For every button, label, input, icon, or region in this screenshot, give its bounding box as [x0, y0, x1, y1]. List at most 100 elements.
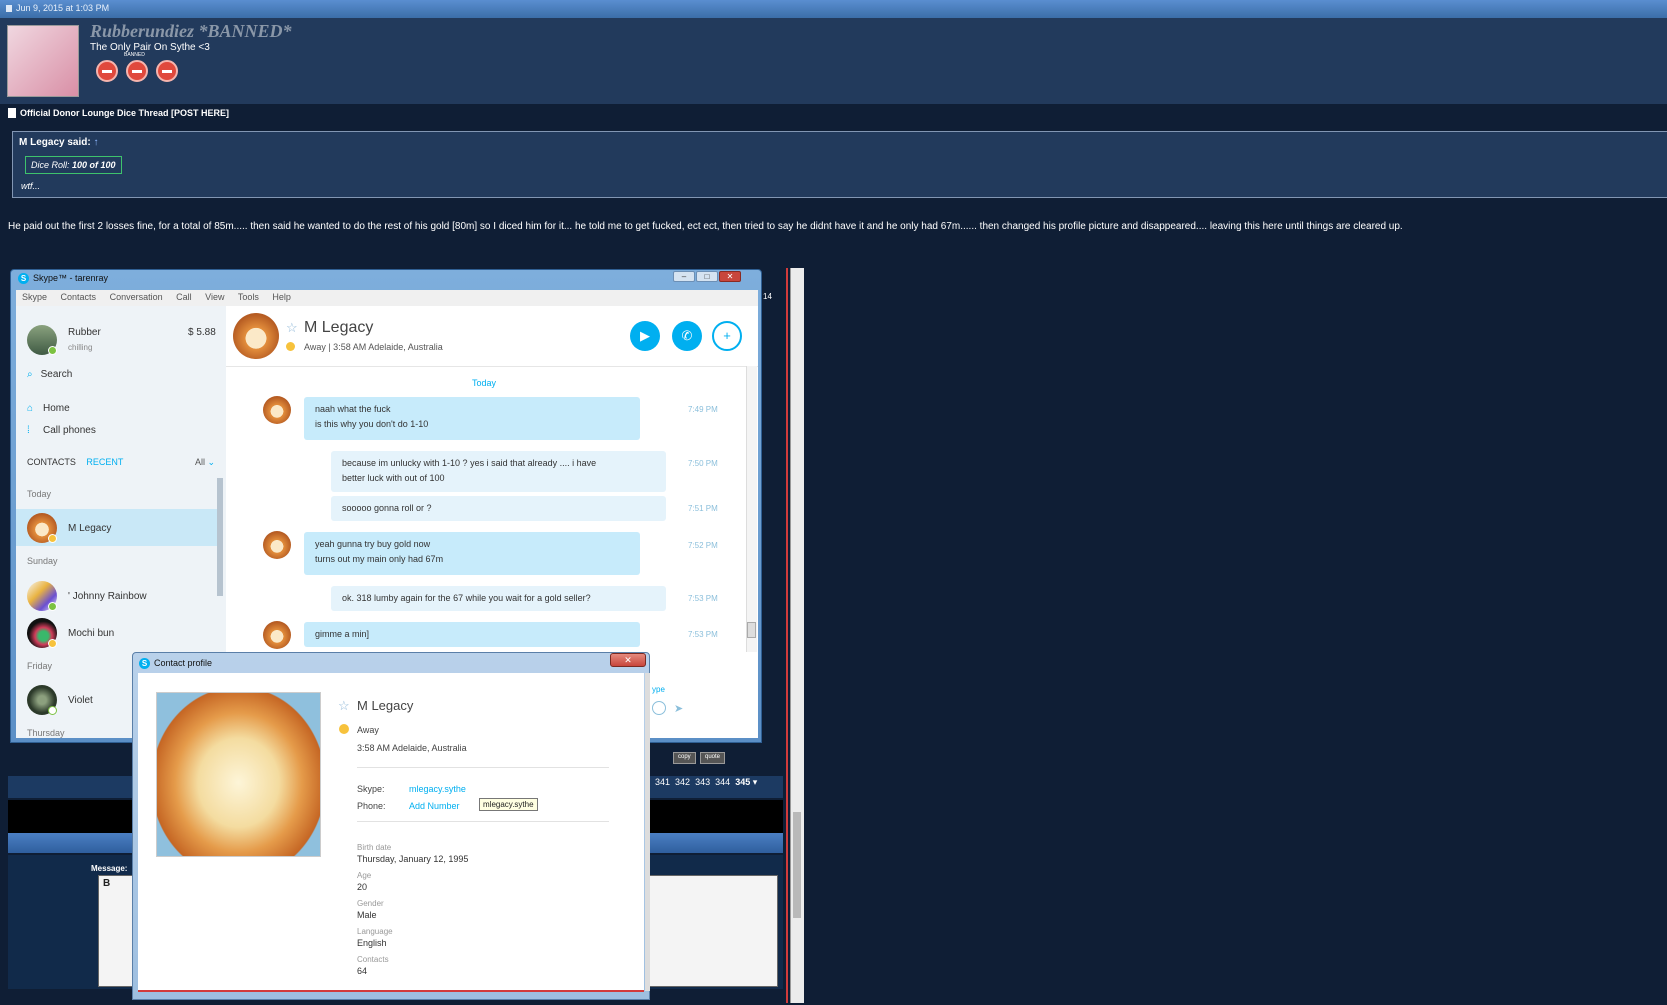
emoticon-icon[interactable]: [652, 701, 666, 715]
maximize-button[interactable]: □: [696, 271, 718, 282]
contact-name: M Legacy: [68, 523, 112, 534]
page-link[interactable]: 343: [695, 777, 710, 787]
menu-tools[interactable]: Tools: [238, 292, 259, 302]
my-mood[interactable]: chilling: [68, 343, 92, 352]
skype-title: S Skype™ - tarenray: [18, 273, 108, 284]
avatar[interactable]: [7, 25, 79, 97]
banned-icon: [156, 60, 178, 82]
close-button[interactable]: ✕: [610, 653, 646, 667]
message-time: 7:49 PM: [688, 405, 718, 414]
minimize-button[interactable]: –: [673, 271, 695, 282]
copy-button[interactable]: copy: [673, 752, 696, 764]
chat-contact-name[interactable]: M Legacy: [304, 319, 373, 337]
contacts-label: Contacts: [357, 955, 389, 964]
red-divider: [786, 268, 788, 1003]
search-box[interactable]: ⌕ Search: [27, 369, 72, 380]
online-status-icon: [48, 346, 57, 355]
add-people-button[interactable]: +: [712, 321, 742, 351]
skype-credit[interactable]: $ 5.88: [188, 327, 216, 338]
menu-call[interactable]: Call: [176, 292, 192, 302]
home-icon: ⌂: [27, 403, 34, 414]
divider: [357, 821, 609, 822]
message-bubble[interactable]: sooooo gonna roll or ?: [331, 496, 666, 521]
chevron-down-icon[interactable]: ▾: [753, 777, 758, 787]
away-clock-icon: [286, 342, 295, 351]
menu-skype[interactable]: Skype: [22, 292, 47, 302]
message-time: 7:53 PM: [688, 630, 718, 639]
post-body: He paid out the first 2 losses fine, for…: [8, 221, 1403, 232]
message-bubble[interactable]: yeah gunna try buy gold now turns out my …: [304, 532, 640, 575]
voice-call-button[interactable]: ✆: [672, 321, 702, 351]
filter-dropdown[interactable]: All ⌄: [195, 457, 215, 468]
quote-author[interactable]: M Legacy said: ↑: [19, 137, 98, 148]
username[interactable]: Rubberundiez *BANNED*: [90, 21, 292, 42]
message-avatar: [263, 621, 291, 649]
quote-button[interactable]: quote: [700, 752, 726, 764]
skype-logo-icon: S: [139, 658, 150, 669]
current-page: 345: [735, 777, 751, 787]
message-bubble[interactable]: naah what the fuck is this why you don't …: [304, 397, 640, 440]
banned-icon: [96, 60, 118, 82]
contacts-value: 64: [357, 966, 368, 976]
menu-help[interactable]: Help: [272, 292, 291, 302]
message-avatar: [263, 396, 291, 424]
group-today: Today: [27, 489, 52, 499]
message-bubble[interactable]: gimme a min]: [304, 622, 640, 647]
language-value: English: [357, 938, 387, 948]
dice-roll: Dice Roll: 100 of 100: [25, 156, 122, 174]
page-link[interactable]: 341: [655, 777, 670, 787]
banned-label: BANNED: [124, 52, 145, 58]
skype-logo-icon: S: [18, 273, 29, 284]
age-label: Age: [357, 871, 372, 880]
video-call-button[interactable]: ▶: [630, 321, 660, 351]
conversation-scrollbar[interactable]: [746, 366, 757, 652]
birth-date-value: Thursday, January 12, 1995: [357, 854, 469, 864]
tab-contacts[interactable]: CONTACTS: [27, 457, 76, 467]
conversation-scrollbar-thumb[interactable]: [747, 622, 756, 638]
nav-call-phones[interactable]: ⁞ Call phones: [27, 425, 96, 436]
bold-button[interactable]: B: [103, 878, 110, 889]
menu-conversation[interactable]: Conversation: [110, 292, 163, 302]
favorite-star-icon[interactable]: ☆: [338, 698, 350, 714]
thread-title[interactable]: Official Donor Lounge Dice Thread [POST …: [8, 108, 229, 118]
day-separator: Today: [472, 378, 497, 388]
pagination: 341 342 343 344 345 ▾: [655, 777, 757, 788]
contact-name[interactable]: ' Johnny Rainbow: [68, 591, 147, 602]
contact-name[interactable]: Mochi bun: [68, 628, 114, 639]
contact-name[interactable]: Violet: [68, 695, 93, 706]
nav-home[interactable]: ⌂ Home: [27, 403, 70, 414]
chat-avatar[interactable]: [233, 313, 279, 359]
gender-label: Gender: [357, 899, 384, 908]
send-icon[interactable]: ➤: [674, 702, 683, 715]
group-thursday: Thursday: [27, 728, 65, 738]
page-scrollbar-thumb[interactable]: [793, 812, 801, 918]
post-count: 14: [763, 292, 772, 301]
profile-scrollbar[interactable]: [645, 673, 650, 991]
contact-list-scrollbar[interactable]: [217, 478, 223, 596]
my-name[interactable]: Rubber: [68, 327, 101, 338]
message-avatar: [263, 531, 291, 559]
menu-view[interactable]: View: [205, 292, 224, 302]
skype-name-link[interactable]: mlegacy.sythe: [409, 784, 466, 794]
away-clock-icon: [339, 724, 349, 734]
offline-status-icon: [48, 706, 57, 715]
quote-reply: wtf...: [21, 181, 41, 191]
away-status-icon: [48, 534, 57, 543]
message-time: 7:50 PM: [688, 459, 718, 468]
favorite-star-icon[interactable]: ☆: [286, 320, 298, 336]
message-time: 7:52 PM: [688, 541, 718, 550]
chevron-down-icon: ⌄: [207, 457, 216, 467]
birth-date-label: Birth date: [357, 843, 392, 852]
add-number-link[interactable]: Add Number: [409, 801, 460, 811]
close-button[interactable]: ✕: [719, 271, 741, 282]
page-link[interactable]: 344: [715, 777, 730, 787]
message-bubble[interactable]: because im unlucky with 1-10 ? yes i sai…: [331, 451, 666, 492]
message-bubble[interactable]: ok. 318 lumby again for the 67 while you…: [331, 586, 666, 611]
tab-recent[interactable]: RECENT: [86, 457, 123, 467]
page-link[interactable]: 342: [675, 777, 690, 787]
post-date: Jun 9, 2015 at 1:03 PM: [16, 3, 110, 13]
jump-to-quote-icon[interactable]: ↑: [93, 137, 98, 148]
contact-profile-title: S Contact profile: [139, 658, 212, 669]
menu-contacts[interactable]: Contacts: [61, 292, 97, 302]
group-friday: Friday: [27, 661, 53, 671]
